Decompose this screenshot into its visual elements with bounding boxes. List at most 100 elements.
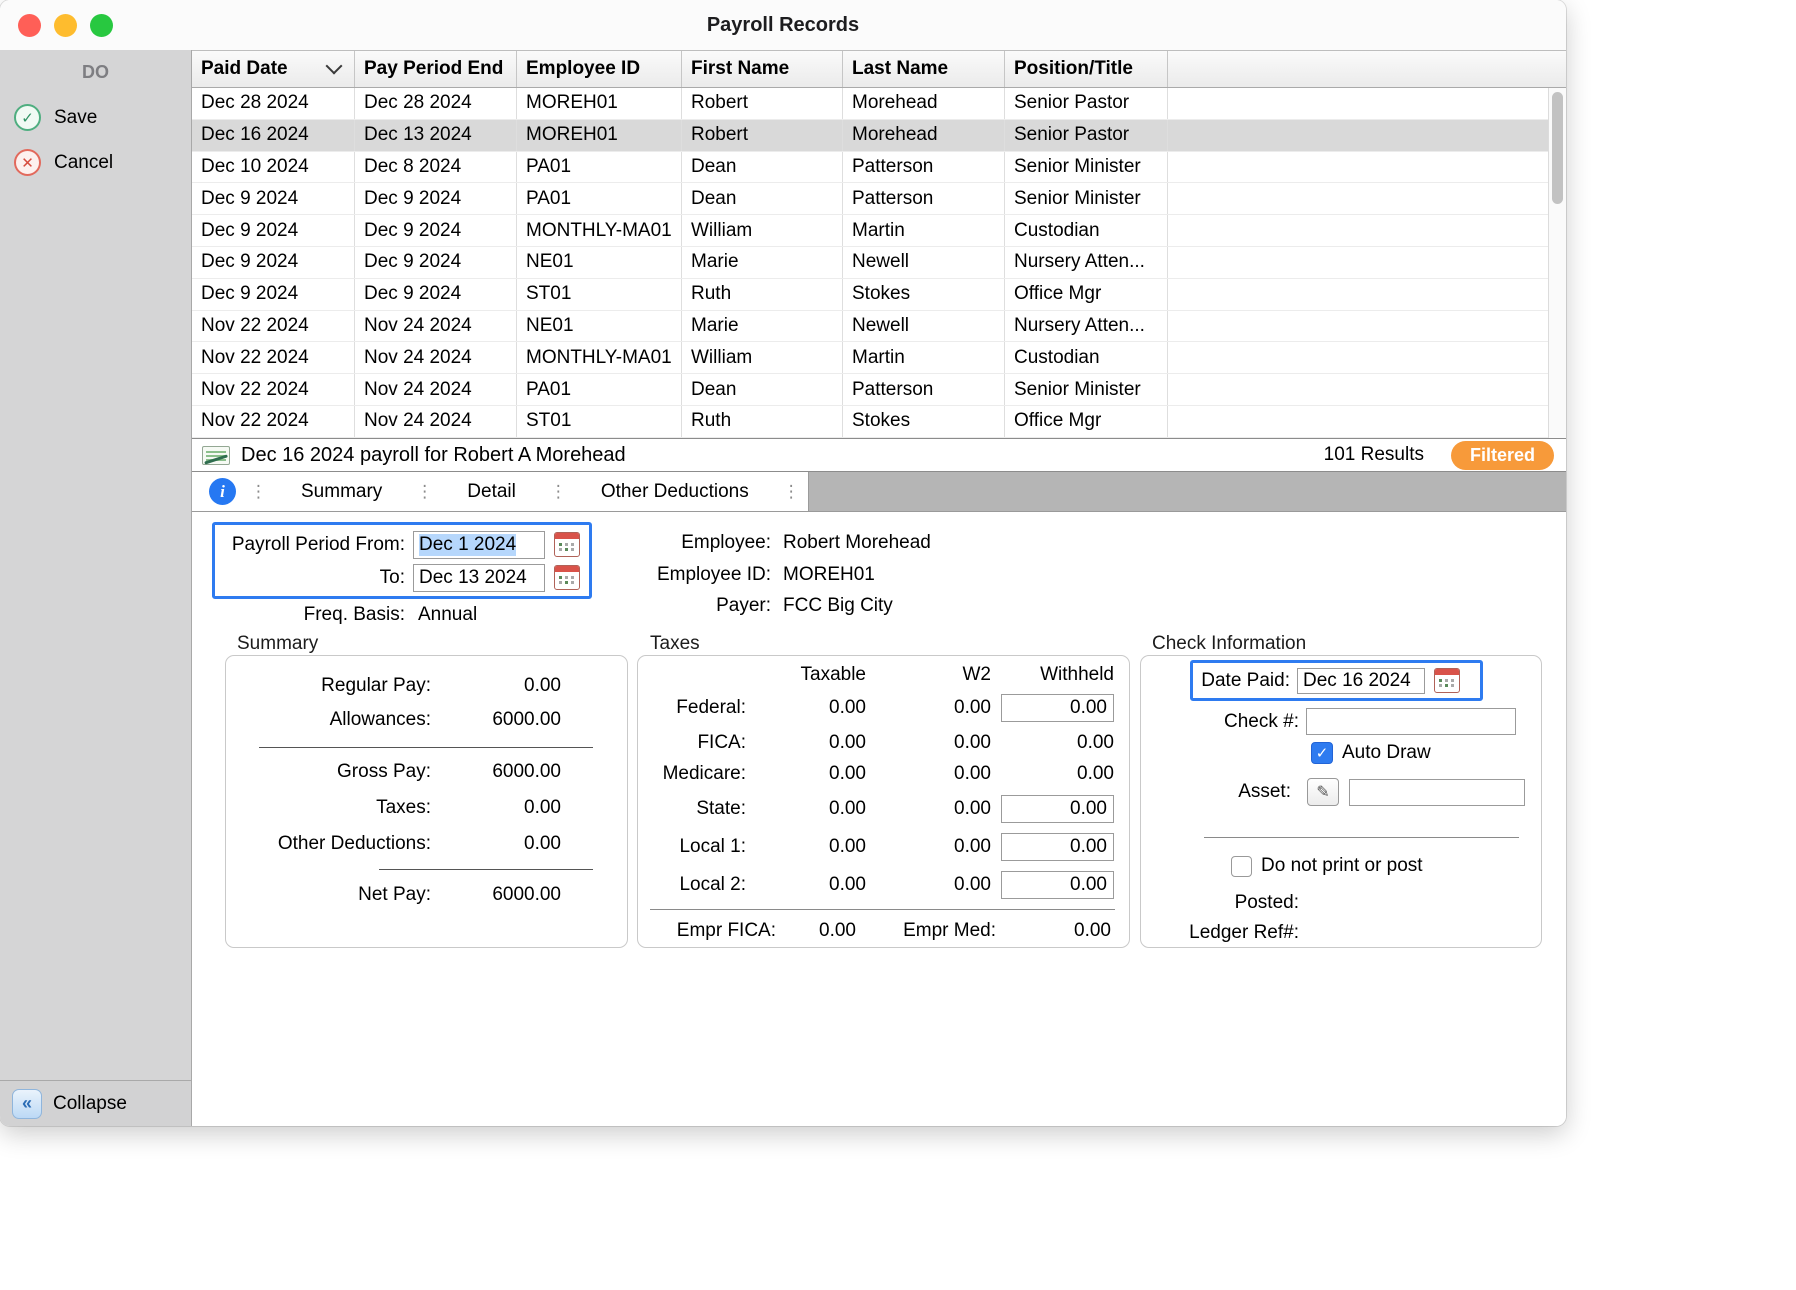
collapse-button[interactable]: « Collapse (0, 1080, 192, 1126)
record-title: Dec 16 2024 payroll for Robert A Morehea… (241, 444, 626, 467)
table-cell-filler (1168, 406, 1548, 437)
asset-input[interactable] (1349, 779, 1525, 806)
table-cell: MOREH01 (517, 120, 682, 151)
table-cell: MONTHLY-MA01 (517, 342, 682, 373)
column-header-employee-id[interactable]: Employee ID (517, 51, 682, 87)
freq-basis-value: Annual (418, 604, 477, 626)
federal-taxable: 0.00 (746, 697, 866, 719)
table-row[interactable]: Nov 22 2024Nov 24 2024ST01RuthStokesOffi… (192, 406, 1548, 438)
table-row[interactable]: Dec 16 2024Dec 13 2024MOREH01RobertMoreh… (192, 120, 1548, 152)
calendar-icon[interactable] (554, 532, 580, 557)
info-icon[interactable]: i (209, 478, 236, 505)
gross-pay-label: Gross Pay: (226, 761, 431, 783)
table-scrollbar[interactable] (1548, 88, 1566, 438)
other-deductions-label: Other Deductions: (226, 833, 431, 855)
table-cell: Morehead (843, 120, 1005, 151)
window-title: Payroll Records (0, 0, 1566, 50)
local1-withheld-input[interactable] (1001, 833, 1114, 861)
close-button[interactable] (18, 14, 41, 37)
payroll-period-highlight-box: Payroll Period From: Dec 1 2024 To: (212, 522, 592, 599)
local2-w2: 0.00 (866, 874, 991, 896)
state-label: State: (638, 798, 746, 820)
table-row[interactable]: Nov 22 2024Nov 24 2024MONTHLY-MA01Willia… (192, 342, 1548, 374)
table-cell: Dec 28 2024 (192, 88, 355, 119)
table-cell: Stokes (843, 279, 1005, 310)
regular-pay-label: Regular Pay: (226, 675, 431, 697)
table-cell: Nursery Atten... (1005, 247, 1168, 278)
table-cell: William (682, 215, 843, 246)
do-not-print-label: Do not print or post (1261, 855, 1423, 877)
tab-other-deductions[interactable]: Other Deductions (575, 472, 775, 511)
table-cell: Newell (843, 311, 1005, 342)
date-paid-input[interactable] (1297, 668, 1425, 694)
table-row[interactable]: Dec 10 2024Dec 8 2024PA01DeanPattersonSe… (192, 152, 1548, 184)
taxes-value: 0.00 (431, 797, 561, 819)
column-header-pay-period-end[interactable]: Pay Period End (355, 51, 517, 87)
empr-med-value: 0.00 (996, 920, 1111, 942)
tab-label: Summary (301, 481, 382, 503)
medicare-withheld: 0.00 (991, 763, 1114, 785)
table-cell: Senior Minister (1005, 183, 1168, 214)
collapse-label: Collapse (53, 1093, 127, 1115)
column-header-paid-date[interactable]: Paid Date (192, 51, 355, 87)
column-header-filler (1168, 51, 1566, 87)
table-row[interactable]: Nov 22 2024Nov 24 2024NE01MarieNewellNur… (192, 311, 1548, 343)
table-cell: Stokes (843, 406, 1005, 437)
table-row[interactable]: Nov 22 2024Nov 24 2024PA01DeanPattersonS… (192, 374, 1548, 406)
w2-column-header: W2 (866, 664, 991, 686)
asset-edit-icon[interactable]: ✎ (1307, 778, 1339, 806)
net-pay-value: 6000.00 (431, 884, 561, 906)
summary-tab-panel: Payroll Period From: Dec 1 2024 To: Freq… (192, 512, 1566, 1126)
tab-summary[interactable]: Summary (275, 472, 408, 511)
table-cell: Patterson (843, 374, 1005, 405)
column-header-first-name[interactable]: First Name (682, 51, 843, 87)
calendar-icon[interactable] (1434, 668, 1460, 693)
date-paid-highlight-box: Date Paid: (1190, 660, 1483, 701)
column-header-label: Last Name (852, 58, 948, 80)
auto-draw-checkbox[interactable] (1311, 742, 1333, 764)
payroll-period-from-input[interactable]: Dec 1 2024 (413, 531, 545, 559)
taxable-column-header: Taxable (638, 664, 866, 686)
other-deductions-value: 0.00 (431, 833, 561, 855)
tab-bar-filler (808, 472, 1566, 511)
scrollbar-thumb[interactable] (1552, 92, 1563, 204)
column-header-last-name[interactable]: Last Name (843, 51, 1005, 87)
table-row[interactable]: Dec 9 2024Dec 9 2024PA01DeanPattersonSen… (192, 183, 1548, 215)
tab-detail[interactable]: Detail (441, 472, 542, 511)
minimize-button[interactable] (54, 14, 77, 37)
table-cell-filler (1168, 311, 1548, 342)
table-cell-filler (1168, 342, 1548, 373)
state-withheld-input[interactable] (1001, 795, 1114, 823)
local2-withheld-input[interactable] (1001, 871, 1114, 899)
federal-withheld-input[interactable] (1001, 694, 1114, 722)
table-row[interactable]: Dec 9 2024Dec 9 2024MONTHLY-MA01WilliamM… (192, 215, 1548, 247)
table-cell: Senior Pastor (1005, 120, 1168, 151)
table-body: Dec 28 2024Dec 28 2024MOREH01RobertMoreh… (192, 88, 1548, 438)
column-header-label: First Name (691, 58, 789, 80)
cancel-button[interactable]: ✕ Cancel (0, 140, 191, 185)
divider (1204, 837, 1519, 838)
employee-label: Employee: (611, 532, 771, 554)
table-row[interactable]: Dec 9 2024Dec 9 2024ST01RuthStokesOffice… (192, 279, 1548, 311)
table-cell: Morehead (843, 88, 1005, 119)
separator-dots-icon: ⋮ (542, 472, 575, 511)
table-cell: William (682, 342, 843, 373)
zoom-button[interactable] (90, 14, 113, 37)
table-row[interactable]: Dec 9 2024Dec 9 2024NE01MarieNewellNurse… (192, 247, 1548, 279)
filtered-badge[interactable]: Filtered (1451, 441, 1554, 470)
fica-label: FICA: (638, 732, 746, 754)
payroll-period-to-input[interactable] (413, 564, 545, 592)
asset-label: Asset: (1141, 781, 1291, 803)
column-header-position-title[interactable]: Position/Title (1005, 51, 1168, 87)
results-count: 101 Results (1324, 444, 1424, 466)
ledger-ref-label: Ledger Ref#: (1141, 922, 1299, 944)
table-cell: Dec 13 2024 (355, 120, 517, 151)
check-number-input[interactable] (1306, 708, 1516, 735)
table-row[interactable]: Dec 28 2024Dec 28 2024MOREH01RobertMoreh… (192, 88, 1548, 120)
save-button[interactable]: ✓ Save (0, 95, 191, 140)
calendar-icon[interactable] (554, 565, 580, 590)
payer-label: Payer: (611, 595, 771, 617)
do-not-print-checkbox[interactable] (1231, 856, 1252, 877)
sidebar: DO ✓ Save ✕ Cancel (0, 50, 192, 1080)
table-cell: Nov 22 2024 (192, 311, 355, 342)
